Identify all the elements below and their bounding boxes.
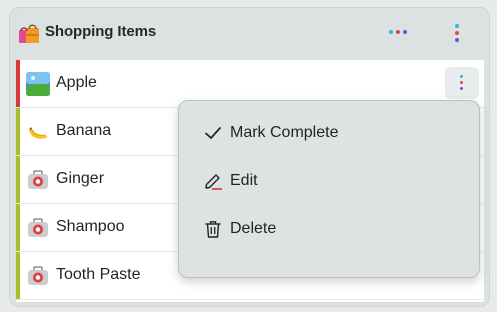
trash-icon <box>205 221 221 238</box>
banana-icon <box>29 127 48 139</box>
item-label: Banana <box>56 122 112 139</box>
panel-more-icon[interactable] <box>452 24 462 44</box>
dot <box>396 30 400 34</box>
dot <box>460 75 463 78</box>
dot <box>389 30 393 34</box>
dot <box>455 24 459 28</box>
item-accent-bar <box>16 60 20 107</box>
check-icon <box>205 127 221 139</box>
item-accent-bar <box>16 108 20 155</box>
item-accent-bar <box>16 156 20 203</box>
landscape-photo-icon <box>26 72 50 96</box>
item-label: Ginger <box>56 170 105 187</box>
view-options-icon[interactable] <box>389 30 409 36</box>
first-aid-kit-icon <box>28 170 48 189</box>
edit-menu-item[interactable]: Edit <box>179 157 479 205</box>
item-label: Shampoo <box>56 218 125 235</box>
menu-item-label: Delete <box>230 220 277 237</box>
dot <box>460 87 463 90</box>
mark-complete-menu-item[interactable]: Mark Complete <box>179 109 479 157</box>
menu-item-label: Edit <box>230 172 258 189</box>
item-label: Tooth Paste <box>56 266 141 283</box>
dot <box>455 38 459 42</box>
shopping-bags-icon <box>19 24 39 43</box>
item-context-menu: Mark Complete Edit Delete <box>178 100 480 278</box>
first-aid-kit-icon <box>28 218 48 237</box>
item-label: Apple <box>56 74 97 91</box>
pencil-icon <box>205 174 222 190</box>
dot <box>460 81 463 84</box>
first-aid-kit-icon <box>28 266 48 285</box>
item-accent-bar <box>16 252 20 299</box>
panel-header: Shopping Items <box>10 8 489 58</box>
item-accent-bar <box>16 204 20 251</box>
dot <box>455 31 459 35</box>
dot <box>403 30 407 34</box>
row-more-icon[interactable] <box>445 67 479 99</box>
delete-menu-item[interactable]: Delete <box>179 205 479 253</box>
panel-title: Shopping Items <box>45 23 157 40</box>
menu-item-label: Mark Complete <box>230 124 339 141</box>
